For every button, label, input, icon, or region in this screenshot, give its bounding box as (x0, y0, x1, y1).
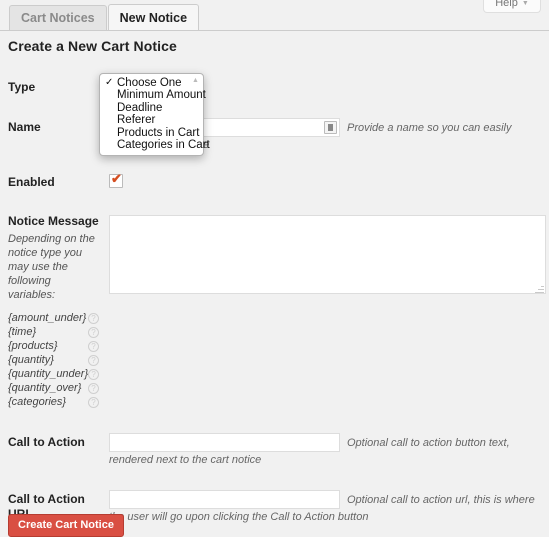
template-variables-list: {amount_under} ? {time} ? {products} ? {… (8, 311, 99, 409)
form-row-name: Name Provide a name so you can easily re… (0, 108, 549, 163)
label-type: Type (0, 68, 109, 108)
select-option-label: Choose One (117, 77, 182, 89)
enabled-checkbox[interactable]: ✔ (109, 174, 123, 188)
form-row-enabled: Enabled ✔ (0, 163, 549, 202)
list-item: {categories} ? (8, 395, 99, 409)
field-call-to-action: Optional call to action button text, ren… (109, 421, 549, 478)
check-icon: ✓ (105, 77, 113, 89)
variable-name: {quantity} (8, 353, 54, 368)
type-select-dropdown[interactable]: ▲ ✓ Choose One Minimum Amount Deadline R… (99, 73, 204, 156)
help-icon[interactable]: ? (88, 327, 99, 338)
select-option-referer[interactable]: Referer (100, 114, 203, 126)
autofill-icon[interactable] (324, 121, 337, 134)
form-row-type: Type (0, 68, 549, 108)
help-icon[interactable]: ? (88, 397, 99, 408)
select-option-label: Products in Cart (117, 127, 199, 139)
nav-tab-bar: Cart NoticesNew Notice (0, 4, 549, 31)
list-item: {amount_under} ? (8, 311, 99, 325)
new-notice-form: Type Name Provide a name so you can easi… (0, 68, 549, 535)
label-call-to-action: Call to Action (0, 421, 109, 478)
select-option-label: Minimum Amount (117, 89, 206, 101)
create-cart-notice-button[interactable]: Create Cart Notice (8, 514, 124, 537)
label-name: Name (0, 108, 109, 163)
select-option-minimum-amount[interactable]: Minimum Amount (100, 89, 203, 101)
variable-name: {quantity_under} (8, 367, 88, 382)
select-option-label: Referer (117, 114, 155, 126)
select-option-products-in-cart[interactable]: Products in Cart (100, 127, 203, 139)
help-icon[interactable]: ? (88, 341, 99, 352)
help-icon[interactable]: ? (88, 355, 99, 366)
field-call-to-action-url: Optional call to action url, this is whe… (109, 478, 549, 535)
page-title: Create a New Cart Notice (8, 38, 177, 54)
submit-row: Create Cart Notice (8, 514, 124, 537)
variable-name: {time} (8, 325, 36, 340)
call-to-action-input[interactable] (109, 433, 340, 452)
variable-name: {quantity_over} (8, 381, 81, 396)
select-option-deadline[interactable]: Deadline (100, 102, 203, 114)
tab-bar-divider (0, 30, 549, 31)
list-item: {time} ? (8, 325, 99, 339)
help-icon[interactable]: ? (88, 313, 99, 324)
notice-message-wrapper (109, 215, 546, 297)
form-row-call-to-action: Call to Action Optional call to action b… (0, 421, 549, 478)
help-icon[interactable]: ? (88, 383, 99, 394)
select-option-label: Deadline (117, 102, 162, 114)
field-notice-message (109, 202, 549, 421)
call-to-action-url-input[interactable] (109, 490, 340, 509)
variable-name: {categories} (8, 395, 66, 410)
checkmark-icon: ✔ (111, 171, 122, 187)
label-enabled: Enabled (0, 163, 109, 202)
tab-cart-notices[interactable]: Cart Notices (9, 5, 107, 31)
notice-message-description: Depending on the notice type you may use… (8, 232, 99, 302)
form-row-notice-message: Notice Message Depending on the notice t… (0, 202, 549, 421)
list-item: {products} ? (8, 339, 99, 353)
list-item: {quantity} ? (8, 353, 99, 367)
label-notice-message: Notice Message Depending on the notice t… (0, 202, 109, 421)
variable-name: {amount_under} (8, 311, 86, 326)
variable-name: {products} (8, 339, 58, 354)
help-icon[interactable]: ? (88, 369, 99, 380)
select-option-categories-in-cart[interactable]: Categories in Cart (100, 139, 203, 151)
list-item: {quantity_over} ? (8, 381, 99, 395)
notice-message-textarea[interactable] (109, 215, 546, 294)
tab-new-notice[interactable]: New Notice (108, 4, 199, 31)
field-enabled: ✔ (109, 163, 549, 202)
select-option-label: Categories in Cart (117, 139, 210, 151)
list-item: {quantity_under} ? (8, 367, 99, 381)
select-option-choose-one[interactable]: ✓ Choose One (100, 77, 203, 89)
